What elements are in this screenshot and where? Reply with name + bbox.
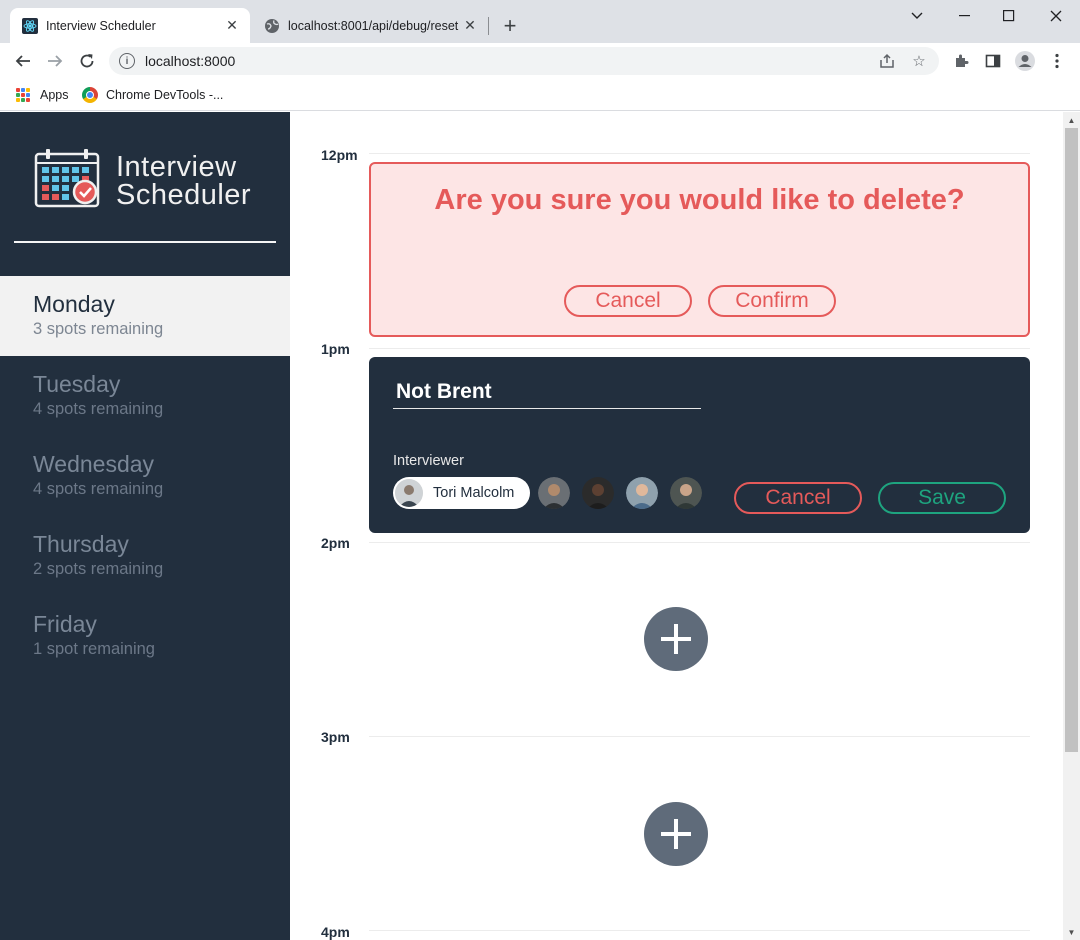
brand-title-line1: Interview	[116, 150, 237, 183]
site-info-icon[interactable]: i	[119, 53, 135, 69]
interviewer-label: Interviewer	[393, 453, 464, 469]
time-label-12pm: 12pm	[321, 147, 358, 163]
time-divider	[369, 348, 1030, 349]
day-spots: 4 spots remaining	[33, 400, 164, 418]
scrollbar-thumb[interactable]	[1065, 128, 1078, 752]
bookmark-label: Chrome DevTools -...	[106, 88, 224, 102]
browser-toolbar: i localhost:8000 ☆	[0, 43, 1080, 79]
bookmark-apps[interactable]: Apps	[16, 85, 69, 105]
time-label-4pm: 4pm	[321, 924, 350, 940]
sidebar-divider	[14, 241, 276, 243]
avatar	[395, 479, 423, 507]
day-item-thursday[interactable]: Thursday 2 spots remaining	[0, 516, 290, 596]
sidebar: Interview Scheduler Monday 3 spots remai…	[0, 112, 290, 940]
back-arrow-icon[interactable]	[9, 47, 37, 75]
bookmarks-bar: Apps Chrome DevTools -...	[0, 79, 1080, 111]
interviewer-avatar[interactable]	[582, 477, 615, 509]
chrome-logo-icon	[82, 87, 98, 103]
day-item-monday[interactable]: Monday 3 spots remaining	[0, 276, 290, 356]
tab-title: Interview Scheduler	[46, 18, 156, 33]
bookmark-label: Apps	[40, 88, 69, 102]
delete-confirm-card: Are you sure you would like to delete? C…	[369, 162, 1030, 337]
address-bar[interactable]: i localhost:8000 ☆	[109, 47, 939, 75]
brand-logo: Interview Scheduler	[34, 148, 251, 213]
side-panel-icon[interactable]	[979, 47, 1007, 75]
time-divider	[369, 930, 1030, 931]
schedule: 12pm Are you sure you would like to dele…	[290, 112, 1063, 940]
tab-api-reset[interactable]: localhost:8001/api/debug/reset ✕	[252, 8, 488, 43]
window-close-icon[interactable]	[1038, 4, 1074, 28]
interviewer-name: Tori Malcolm	[433, 485, 515, 501]
bookmark-chrome-devtools[interactable]: Chrome DevTools -...	[82, 85, 223, 105]
delete-cancel-button[interactable]: Cancel	[564, 285, 692, 317]
add-appointment-button[interactable]	[644, 802, 708, 866]
day-spots: 1 spot remaining	[33, 640, 155, 658]
url-text: localhost:8000	[145, 53, 236, 69]
react-favicon-icon	[22, 17, 38, 34]
globe-icon	[264, 18, 280, 34]
tab-interview-scheduler[interactable]: Interview Scheduler ✕	[10, 8, 250, 43]
interviewer-avatar[interactable]	[538, 477, 571, 509]
interviewer-avatar[interactable]	[626, 477, 659, 509]
day-item-wednesday[interactable]: Wednesday 4 spots remaining	[0, 436, 290, 516]
day-name: Friday	[33, 611, 97, 637]
delete-confirm-message: Are you sure you would like to delete?	[434, 184, 965, 216]
day-name: Tuesday	[33, 371, 121, 397]
add-appointment-button[interactable]	[644, 607, 708, 671]
student-name-input[interactable]: Not Brent	[393, 375, 701, 409]
plus-icon	[661, 624, 691, 654]
tab-close-icon[interactable]: ✕	[222, 16, 242, 36]
interviewer-list: Tori Malcolm	[393, 477, 714, 509]
time-label-3pm: 3pm	[321, 729, 350, 745]
time-divider	[369, 736, 1030, 737]
appointment-form-card: Not Brent Interviewer Tori Malcolm Cance…	[369, 357, 1030, 533]
interviewer-avatar[interactable]	[670, 477, 703, 509]
apps-grid-icon	[16, 88, 30, 102]
tab-close-icon[interactable]: ✕	[460, 16, 480, 36]
browser-tab-strip: Interview Scheduler ✕ localhost:8001/api…	[0, 0, 1080, 43]
day-spots: 3 spots remaining	[33, 320, 164, 338]
brand-title: Interview Scheduler	[116, 150, 252, 211]
share-icon[interactable]	[875, 49, 899, 73]
scroll-up-arrow-icon[interactable]: ▲	[1063, 112, 1080, 128]
tab-title: localhost:8001/api/debug/reset	[288, 18, 459, 33]
extensions-puzzle-icon[interactable]	[947, 47, 975, 75]
maximize-icon[interactable]	[991, 4, 1027, 28]
time-label-2pm: 2pm	[321, 535, 350, 551]
reload-icon[interactable]	[73, 47, 101, 75]
brand-title-line2: Scheduler	[116, 178, 252, 211]
time-label-1pm: 1pm	[321, 341, 350, 357]
interviewer-item-selected[interactable]: Tori Malcolm	[393, 477, 531, 509]
forward-arrow-icon[interactable]	[41, 47, 69, 75]
more-menu-icon[interactable]	[1043, 47, 1071, 75]
form-save-button[interactable]: Save	[878, 482, 1006, 514]
day-item-friday[interactable]: Friday 1 spot remaining	[0, 596, 290, 676]
minimize-icon[interactable]	[947, 4, 983, 28]
day-spots: 4 spots remaining	[33, 480, 164, 498]
time-divider	[369, 153, 1030, 154]
time-divider	[369, 542, 1030, 543]
day-name: Thursday	[33, 531, 129, 557]
bookmark-star-icon[interactable]: ☆	[907, 49, 931, 73]
app-root: Interview Scheduler Monday 3 spots remai…	[0, 112, 1080, 940]
delete-confirm-button[interactable]: Confirm	[708, 285, 836, 317]
calendar-logo-icon	[34, 148, 100, 213]
day-name: Wednesday	[33, 451, 155, 477]
form-cancel-button[interactable]: Cancel	[734, 482, 862, 514]
profile-avatar-icon[interactable]	[1011, 47, 1039, 75]
tab-separator	[488, 17, 489, 35]
day-item-tuesday[interactable]: Tuesday 4 spots remaining	[0, 356, 290, 436]
day-name: Monday	[33, 291, 115, 317]
scroll-down-arrow-icon[interactable]: ▼	[1063, 924, 1080, 940]
plus-icon	[661, 819, 691, 849]
new-tab-plus-icon[interactable]: +	[498, 13, 522, 38]
tab-search-chevron-icon[interactable]	[899, 4, 935, 28]
day-spots: 2 spots remaining	[33, 560, 164, 578]
